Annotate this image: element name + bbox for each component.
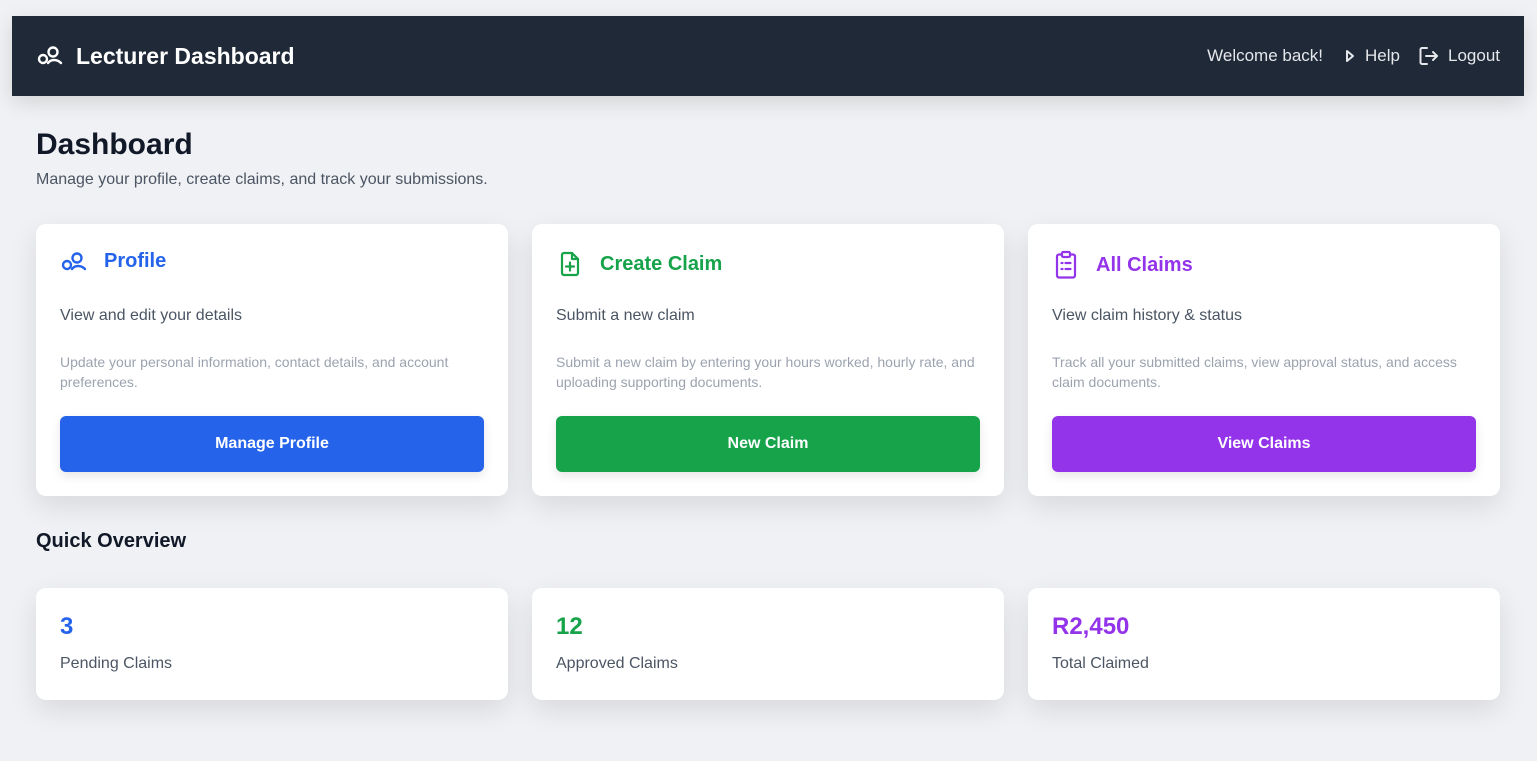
app-title: Lecturer Dashboard bbox=[76, 42, 295, 69]
page-subtitle: Manage your profile, create claims, and … bbox=[36, 171, 488, 188]
logout-icon bbox=[1418, 45, 1440, 67]
card-description: Submit a new claim by entering your hour… bbox=[556, 354, 975, 390]
top-navbar: Lecturer Dashboard Welcome back! Help Lo… bbox=[12, 16, 1524, 96]
card-title: All Claims bbox=[1096, 253, 1193, 276]
manage-profile-button[interactable]: Manage Profile bbox=[60, 416, 484, 472]
total-claimed-stat: R2,450 Total Claimed bbox=[1028, 588, 1500, 700]
card-title: Create Claim bbox=[600, 252, 723, 275]
approved-claims-stat: 12 Approved Claims bbox=[532, 588, 1004, 700]
create-claim-card: Create Claim Submit a new claim Submit a… bbox=[532, 224, 1004, 496]
logout-label: Logout bbox=[1448, 46, 1500, 65]
play-icon bbox=[1343, 48, 1357, 64]
view-claims-button[interactable]: View Claims bbox=[1052, 416, 1476, 472]
card-header: Create Claim bbox=[556, 250, 722, 278]
card-header: All Claims bbox=[1052, 250, 1193, 280]
page-title: Dashboard bbox=[36, 128, 193, 161]
stat-value: 3 bbox=[60, 613, 74, 640]
card-subtitle: View and edit your details bbox=[60, 307, 243, 324]
header-actions: Welcome back! Help Logout bbox=[1207, 45, 1500, 67]
all-claims-card: All Claims View claim history & status T… bbox=[1028, 224, 1500, 496]
help-label: Help bbox=[1365, 46, 1400, 65]
brand: Lecturer Dashboard bbox=[36, 43, 295, 70]
logout-link[interactable]: Logout bbox=[1418, 45, 1500, 67]
stat-label: Approved Claims bbox=[556, 655, 678, 672]
quick-overview-title: Quick Overview bbox=[36, 530, 187, 552]
card-subtitle: Submit a new claim bbox=[556, 307, 695, 324]
welcome-text: Welcome back! bbox=[1207, 46, 1324, 65]
users-icon bbox=[60, 251, 88, 273]
card-description: Track all your submitted claims, view ap… bbox=[1052, 354, 1457, 390]
profile-card: Profile View and edit your details Updat… bbox=[36, 224, 508, 496]
card-description: Update your personal information, contac… bbox=[60, 354, 449, 390]
stat-value: R2,450 bbox=[1052, 613, 1130, 640]
help-link[interactable]: Help bbox=[1343, 46, 1400, 66]
card-subtitle: View claim history & status bbox=[1052, 307, 1242, 324]
card-title: Profile bbox=[104, 250, 167, 272]
stat-label: Total Claimed bbox=[1052, 655, 1149, 672]
new-claim-button[interactable]: New Claim bbox=[556, 416, 980, 472]
card-header: Profile bbox=[60, 250, 166, 273]
clipboard-list-icon bbox=[1052, 250, 1080, 280]
pending-claims-stat: 3 Pending Claims bbox=[36, 588, 508, 700]
file-plus-icon bbox=[556, 250, 584, 278]
stat-label: Pending Claims bbox=[60, 655, 173, 672]
stat-value: 12 bbox=[556, 613, 583, 640]
users-icon bbox=[36, 45, 64, 67]
